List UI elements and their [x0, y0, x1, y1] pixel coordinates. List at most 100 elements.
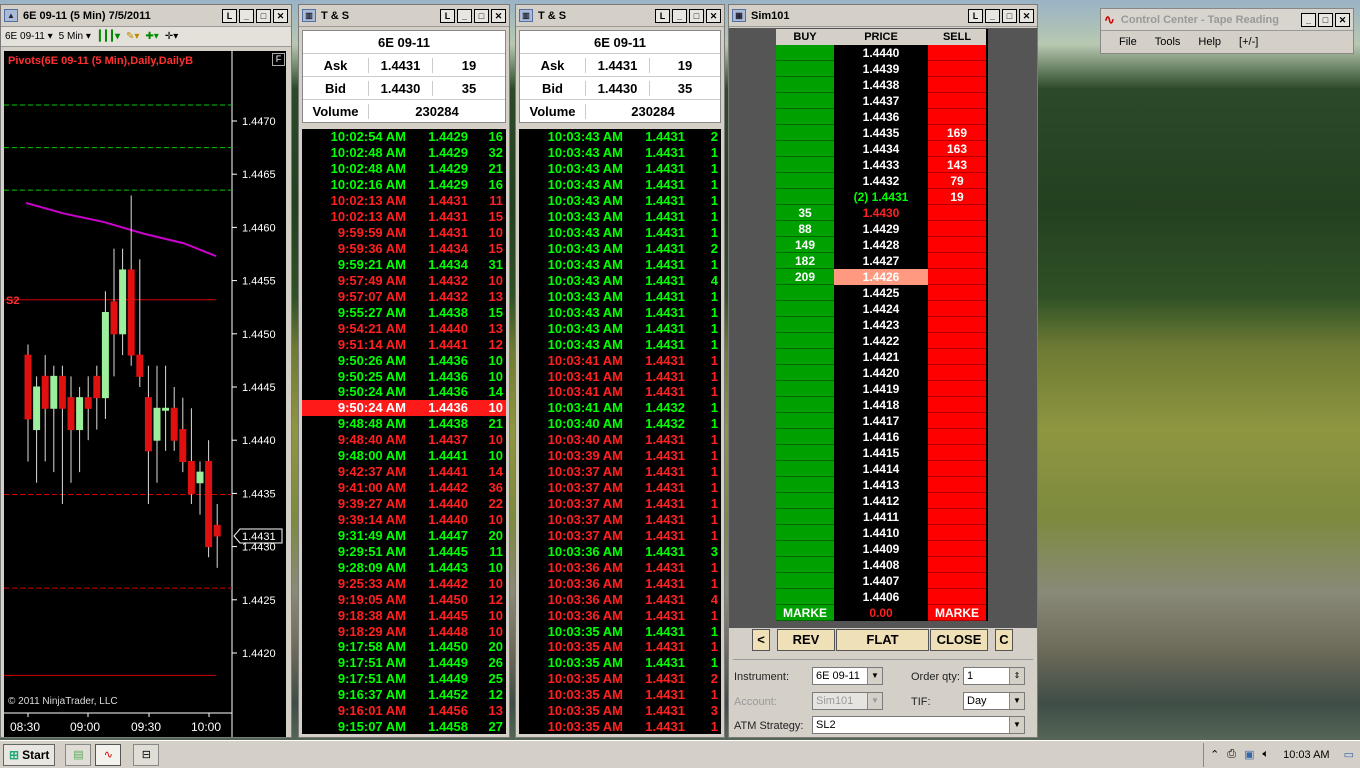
buy-cell[interactable]	[776, 397, 834, 413]
close-button[interactable]: ✕	[273, 8, 288, 23]
sell-cell[interactable]	[928, 93, 986, 109]
menu-file[interactable]: File	[1119, 36, 1137, 48]
sell-cell[interactable]	[928, 381, 986, 397]
buy-cell[interactable]	[776, 141, 834, 157]
tif-select[interactable]: Day ▼	[963, 692, 1025, 710]
chart-plot-area[interactable]: Pivots(6E 09-11 (5 Min),Daily,DailyB F S…	[4, 51, 286, 737]
buy-cell[interactable]	[776, 461, 834, 477]
sell-cell[interactable]	[928, 253, 986, 269]
link-button[interactable]: L	[440, 8, 455, 23]
buy-cell[interactable]	[776, 189, 834, 205]
sell-cell[interactable]	[928, 413, 986, 429]
sell-cell[interactable]	[928, 269, 986, 285]
sell-cell[interactable]: 169	[928, 125, 986, 141]
menu-expand[interactable]: [+/-]	[1239, 36, 1258, 48]
minimize-button[interactable]: _	[985, 8, 1000, 23]
sell-cell[interactable]	[928, 77, 986, 93]
buy-cell[interactable]: 209	[776, 269, 834, 285]
buy-cell[interactable]	[776, 525, 834, 541]
c-button[interactable]: C	[995, 629, 1013, 651]
add-indicator-icon[interactable]: ✚▾	[145, 31, 158, 42]
collapse-left-button[interactable]: <	[752, 629, 770, 651]
sell-cell[interactable]	[928, 589, 986, 605]
minimize-button[interactable]: _	[457, 8, 472, 23]
clock[interactable]: 10:03 AM	[1283, 749, 1329, 761]
buy-cell[interactable]	[776, 109, 834, 125]
buy-cell[interactable]	[776, 365, 834, 381]
show-hidden-icons[interactable]: ⌃	[1210, 748, 1219, 761]
atm-strategy-select[interactable]: SL2 ▼	[812, 716, 1025, 734]
dom-titlebar[interactable]: ▦ Sim101 L _ □ ✕	[729, 5, 1037, 27]
volume-icon[interactable]: 🔈︎	[1263, 748, 1270, 761]
taskbar-app-3[interactable]: ⊟	[133, 743, 160, 766]
start-button[interactable]: ⊞ Start	[3, 743, 56, 766]
sell-cell[interactable]	[928, 109, 986, 125]
dropdown-arrow-icon[interactable]: ▼	[867, 693, 882, 709]
buy-cell[interactable]	[776, 301, 834, 317]
buy-cell[interactable]	[776, 557, 834, 573]
sell-cell[interactable]	[928, 301, 986, 317]
buy-cell[interactable]	[776, 93, 834, 109]
sell-cell[interactable]	[928, 525, 986, 541]
sell-cell[interactable]	[928, 317, 986, 333]
interval-selector[interactable]: 5 Min ▾	[59, 31, 91, 42]
sell-cell[interactable]	[928, 461, 986, 477]
buy-cell[interactable]	[776, 349, 834, 365]
close-button[interactable]: ✕	[1335, 12, 1350, 27]
ts-titlebar[interactable]: ▥ T & S L _ □ ✕	[516, 5, 724, 27]
taskbar-app-1[interactable]: ▤	[65, 743, 92, 766]
order-qty-stepper[interactable]: 1 ⇕	[963, 667, 1025, 685]
trade-list[interactable]: 10:02:54 AM 1.4429 16 10:02:48 AM 1.4429 32 10…	[302, 129, 506, 734]
sell-cell[interactable]	[928, 333, 986, 349]
crosshair-icon[interactable]: ✛▾	[165, 31, 178, 42]
buy-cell[interactable]: 149	[776, 237, 834, 253]
sell-cell[interactable]: 163	[928, 141, 986, 157]
taskbar-app-ninjatrader[interactable]: ∿	[95, 743, 122, 766]
sell-cell[interactable]	[928, 557, 986, 573]
sell-cell[interactable]	[928, 365, 986, 381]
sell-cell[interactable]	[928, 285, 986, 301]
sell-cell[interactable]	[928, 477, 986, 493]
buy-cell[interactable]	[776, 125, 834, 141]
market-buy-button[interactable]: MARKE	[776, 605, 834, 621]
sell-cell[interactable]	[928, 45, 986, 61]
chart-titlebar[interactable]: ▲ 6E 09-11 (5 Min) 7/5/2011 L _ □ ✕	[1, 5, 291, 27]
maximize-button[interactable]: □	[689, 8, 704, 23]
flatten-button[interactable]: FLAT	[836, 629, 929, 651]
sell-cell[interactable]	[928, 445, 986, 461]
sell-cell[interactable]	[928, 509, 986, 525]
reverse-button[interactable]: REV	[777, 629, 835, 651]
maximize-button[interactable]: □	[474, 8, 489, 23]
network-icon[interactable]: ▣	[1244, 748, 1254, 761]
instrument-field[interactable]: 6E 09-11 ▼	[812, 667, 883, 685]
buy-cell[interactable]	[776, 541, 834, 557]
sell-cell[interactable]	[928, 397, 986, 413]
sell-cell[interactable]: 19	[928, 189, 986, 205]
spinner-icon[interactable]: ⇕	[1009, 668, 1024, 684]
dropdown-arrow-icon[interactable]: ▼	[1009, 717, 1024, 733]
account-field[interactable]: Sim101 ▼	[812, 692, 883, 710]
sell-cell[interactable]	[928, 429, 986, 445]
maximize-button[interactable]: □	[1002, 8, 1017, 23]
buy-cell[interactable]	[776, 77, 834, 93]
sell-cell[interactable]	[928, 61, 986, 77]
link-button[interactable]: L	[222, 8, 237, 23]
maximize-button[interactable]: □	[256, 8, 271, 23]
sell-cell[interactable]	[928, 205, 986, 221]
sell-cell[interactable]	[928, 541, 986, 557]
maximize-button[interactable]: □	[1318, 12, 1333, 27]
draw-tool-icon[interactable]: ✎▾	[126, 31, 139, 42]
sell-cell[interactable]: 79	[928, 173, 986, 189]
buy-cell[interactable]	[776, 317, 834, 333]
dropdown-arrow-icon[interactable]: ▼	[1009, 693, 1024, 709]
buy-cell[interactable]	[776, 429, 834, 445]
minimize-button[interactable]: _	[1301, 12, 1316, 27]
menu-tools[interactable]: Tools	[1155, 36, 1181, 48]
buy-cell[interactable]	[776, 445, 834, 461]
bar-type-icon[interactable]: ┃┃┃▾	[97, 31, 120, 42]
market-sell-button[interactable]: MARKE	[928, 605, 986, 621]
sell-cell[interactable]	[928, 221, 986, 237]
buy-cell[interactable]	[776, 285, 834, 301]
minimize-button[interactable]: _	[672, 8, 687, 23]
sell-cell[interactable]: 143	[928, 157, 986, 173]
